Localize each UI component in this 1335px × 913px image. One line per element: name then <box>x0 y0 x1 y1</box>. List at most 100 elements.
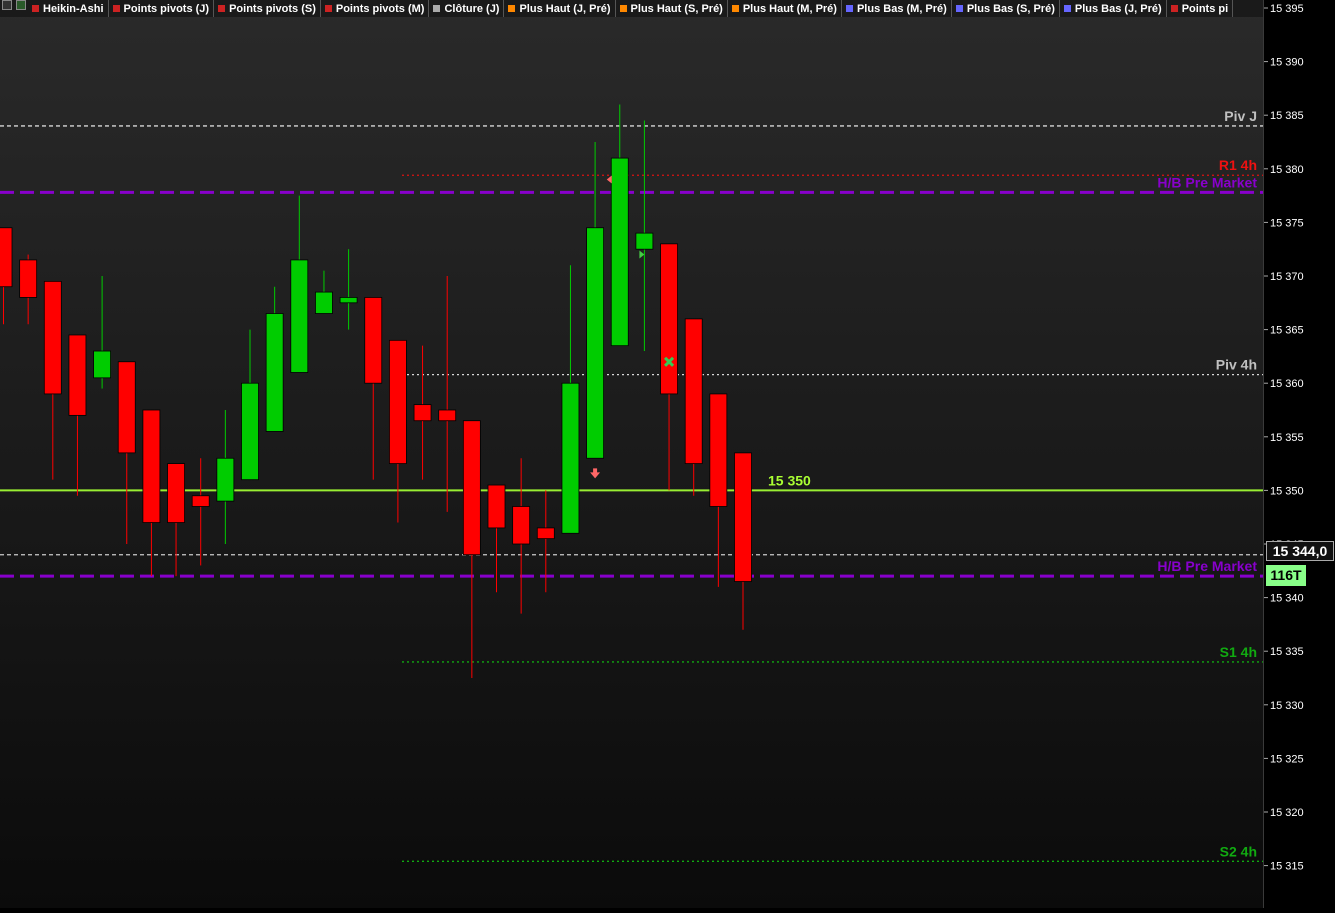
volume-value: 116T <box>1270 567 1302 583</box>
candle-body <box>191 495 210 507</box>
candle <box>93 276 111 389</box>
axis-tick-label: 15 335 <box>1270 646 1304 658</box>
axis-tick-label: 15 340 <box>1270 593 1304 605</box>
candle-body <box>241 382 259 481</box>
indicator-color-icon <box>324 5 332 12</box>
toolbar-item-label: Plus Bas (J, Pré) <box>1074 2 1162 15</box>
volume-badge: 116T <box>1266 565 1306 586</box>
toolbar-item[interactable]: Points pivots (S) <box>214 0 321 17</box>
axis-tick-label: 15 365 <box>1270 325 1304 337</box>
candle <box>635 120 654 352</box>
axis-tick-label: 15 375 <box>1270 217 1304 229</box>
chart-plot-area[interactable]: Piv J R1 4h H/B Pre Market Piv 4h 15 350 H/B … <box>0 0 1263 908</box>
indicator-color-icon <box>1063 5 1071 12</box>
toolbar-item[interactable]: Points pivots (J) <box>109 0 215 17</box>
candle-body <box>512 506 531 545</box>
sell-arrow-icon <box>590 468 601 479</box>
candle <box>610 104 629 347</box>
candle-body <box>290 259 309 373</box>
candle-body <box>561 382 580 534</box>
indicator-color-icon <box>731 5 739 12</box>
toolbar-item-label: Plus Haut (M, Pré) <box>742 2 837 15</box>
candle-body <box>586 227 604 459</box>
candle <box>0 227 13 325</box>
indicator-color-icon <box>619 5 627 12</box>
axis-tick-label: 15 395 <box>1270 3 1304 15</box>
indicator-color-icon <box>845 5 853 12</box>
level-label: S2 4h <box>1220 843 1257 859</box>
level-label: Piv 4h <box>1216 357 1257 373</box>
candle <box>68 334 87 496</box>
signal-triangle-icon <box>606 175 612 184</box>
axis-tick-label: 15 350 <box>1270 485 1304 497</box>
candle-body <box>265 313 284 432</box>
candle <box>142 409 161 577</box>
toolbar-item[interactable]: Plus Haut (J, Pré) <box>504 0 616 17</box>
toolbar-item[interactable]: Heikin-Ashi <box>28 0 109 17</box>
toolbar-item[interactable]: Points pi <box>1167 0 1234 17</box>
price-axis[interactable]: 15 395 15 390 15 385 15 380 15 375 15 370 15 3… <box>1263 0 1335 908</box>
toolbar-item-label: Plus Haut (J, Pré) <box>519 2 611 15</box>
toolbar-item-label: Plus Bas (S, Pré) <box>966 2 1055 15</box>
indicator-color-icon <box>32 5 39 12</box>
candle <box>191 458 210 566</box>
toolbar-item-label: Points pivots (M) <box>335 2 425 15</box>
toolbar-item[interactable]: Plus Haut (S, Pré) <box>616 0 728 17</box>
toolbar-item[interactable]: Plus Haut (M, Pré) <box>728 0 842 17</box>
current-price-value: 15 344,0 <box>1272 543 1328 559</box>
candle <box>684 318 703 496</box>
chart-settings-icon[interactable] <box>2 0 12 10</box>
axis-tick-label: 15 315 <box>1270 861 1304 873</box>
toolbar-item-label: Points pi <box>1181 2 1229 15</box>
candle <box>43 280 62 480</box>
candle-body <box>68 334 87 416</box>
candle-body <box>388 339 407 465</box>
candle-body <box>413 404 432 422</box>
toolbar-item-label: Plus Haut (S, Pré) <box>630 2 723 15</box>
candle-body <box>684 318 703 465</box>
level-label: R1 4h <box>1219 157 1257 173</box>
indicator-color-icon <box>112 5 120 12</box>
candle-body <box>364 297 383 384</box>
toolbar-item[interactable]: Plus Bas (S, Pré) <box>952 0 1060 17</box>
price-axis-svg: 15 395 15 390 15 385 15 380 15 375 15 370 15 3… <box>1264 3 1304 873</box>
candle-body <box>462 420 481 556</box>
candle <box>290 195 309 373</box>
candle-body <box>216 457 235 502</box>
candle-body <box>536 527 555 540</box>
level-label: H/B Pre Market <box>1157 174 1257 190</box>
candle <box>734 452 752 630</box>
toolbar-item[interactable]: Points pivots (M) <box>321 0 430 17</box>
chart-type-icon[interactable] <box>16 0 26 10</box>
candle <box>241 329 259 481</box>
candle <box>660 243 678 491</box>
candle-body <box>0 227 13 288</box>
toolbar-item-label: Points pivots (J) <box>123 2 210 15</box>
axis-tick-label: 15 370 <box>1270 271 1304 283</box>
candle-body <box>117 361 136 454</box>
candle-body <box>315 291 333 314</box>
toolbar-item-label: Plus Bas (M, Pré) <box>856 2 947 15</box>
candle <box>339 249 358 330</box>
candle <box>709 393 728 587</box>
candle <box>19 254 38 325</box>
axis-tick-label: 15 325 <box>1270 753 1304 765</box>
candle <box>512 458 531 614</box>
level-label: S1 4h <box>1220 644 1257 660</box>
candle-body <box>142 409 161 523</box>
toolbar-item-label: Heikin-Ashi <box>43 2 104 15</box>
toolbar-item-label: Points pivots (S) <box>229 2 316 15</box>
candle-body <box>660 243 678 395</box>
axis-tick-label: 15 320 <box>1270 807 1304 819</box>
level-label: H/B Pre Market <box>1157 558 1257 574</box>
toolbar-item[interactable]: Clôture (J) <box>429 0 505 17</box>
candle-body <box>709 393 728 507</box>
indicator-toolbar: Heikin-Ashi Points pivots (J) Points pivot… <box>0 0 1263 17</box>
indicator-color-icon <box>218 5 226 12</box>
toolbar-item[interactable]: Plus Bas (J, Pré) <box>1060 0 1167 17</box>
toolbar-item[interactable]: Plus Bas (M, Pré) <box>842 0 952 17</box>
level-label: 15 350 <box>768 472 811 488</box>
axis-tick-label: 15 330 <box>1270 700 1304 712</box>
axis-tick-label: 15 380 <box>1270 164 1304 176</box>
signal-triangle-icon <box>639 250 645 259</box>
